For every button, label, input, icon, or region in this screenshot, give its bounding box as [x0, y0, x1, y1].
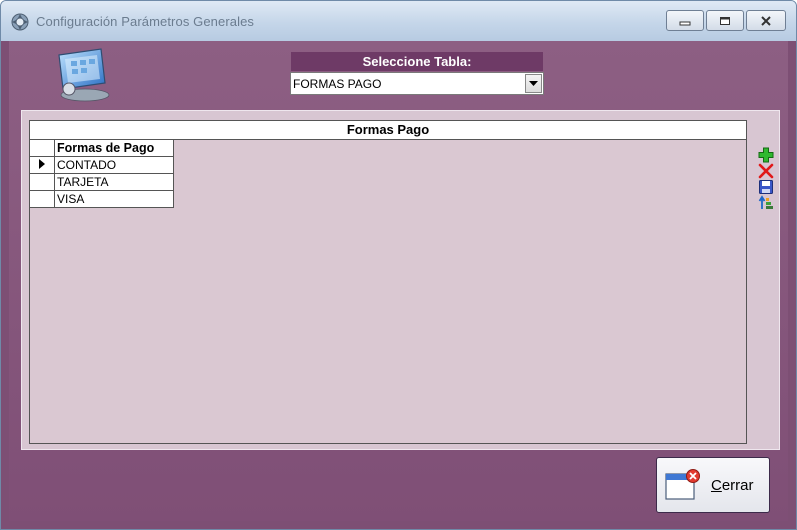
content-panel: Formas Pago Formas de Pago CONTADO TARJE…	[21, 110, 780, 450]
row-indicator[interactable]	[29, 156, 55, 174]
close-button-mnemonic: C	[711, 476, 722, 494]
table-row[interactable]: CONTADO	[29, 156, 174, 174]
table-select-dropdown[interactable]: FORMAS PAGO	[290, 72, 544, 95]
table-row[interactable]: VISA	[29, 190, 174, 208]
table-cell[interactable]: TARJETA	[54, 173, 174, 191]
table-header-row: Formas de Pago	[29, 139, 174, 157]
close-icon	[761, 15, 771, 26]
save-icon[interactable]	[758, 179, 774, 195]
dropdown-arrow-button[interactable]	[525, 74, 542, 93]
grid-toolbar	[758, 147, 774, 211]
client-area: Seleccione Tabla: FORMAS PAGO Formas Pag…	[9, 41, 788, 521]
row-indicator[interactable]	[29, 190, 55, 208]
chevron-down-icon	[529, 80, 538, 86]
minimize-icon	[679, 21, 691, 25]
window-controls	[666, 10, 786, 31]
sort-icon[interactable]	[758, 195, 774, 211]
maximize-icon	[720, 16, 730, 25]
close-button-label-rest: errar	[721, 476, 754, 494]
delete-icon[interactable]	[758, 163, 774, 179]
maximize-button[interactable]	[706, 10, 744, 31]
add-icon[interactable]	[758, 147, 774, 163]
row-indicator[interactable]	[29, 173, 55, 191]
app-window: Configuración Parámetros Generales Selec…	[0, 0, 797, 530]
table-select-value: FORMAS PAGO	[293, 77, 382, 91]
close-window-button[interactable]	[746, 10, 786, 31]
data-table: Formas de Pago CONTADO TARJETA VISA	[29, 139, 174, 208]
close-button[interactable]: Cerrar	[656, 457, 770, 513]
minimize-button[interactable]	[666, 10, 704, 31]
settings-logo-icon	[58, 48, 110, 102]
data-grid[interactable]: Formas Pago Formas de Pago CONTADO TARJE…	[29, 120, 747, 444]
table-cell[interactable]: CONTADO	[54, 156, 174, 174]
window-title: Configuración Parámetros Generales	[36, 14, 255, 29]
column-header-formas-de-pago[interactable]: Formas de Pago	[54, 139, 174, 157]
close-window-icon	[665, 469, 700, 500]
app-gear-icon	[11, 13, 29, 31]
close-button-label: Cerrar	[711, 477, 754, 494]
current-row-arrow-icon	[39, 159, 45, 169]
table-row[interactable]: TARJETA	[29, 173, 174, 191]
select-table-label: Seleccione Tabla:	[291, 52, 543, 71]
title-bar[interactable]: Configuración Parámetros Generales	[1, 1, 796, 41]
table-cell[interactable]: VISA	[54, 190, 174, 208]
grid-caption: Formas Pago	[30, 121, 746, 140]
row-indicator-header	[29, 139, 55, 157]
